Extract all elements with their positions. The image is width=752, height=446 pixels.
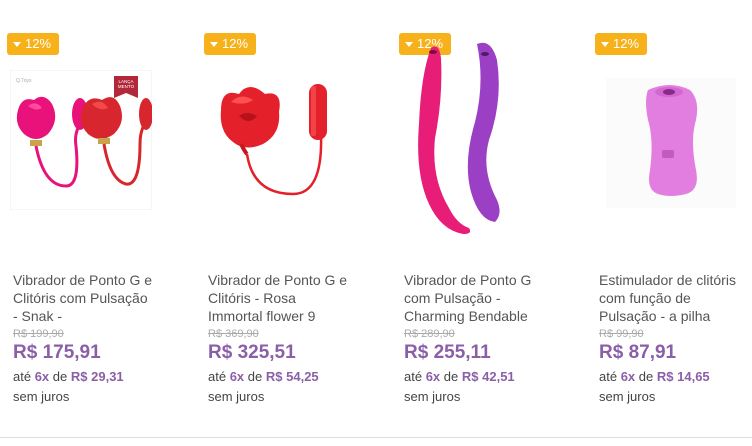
product-card[interactable]: 12% Vibrador de Ponto G com Pulsação - C… [391, 0, 571, 430]
launch-label: LANÇA MENTO [118, 79, 135, 89]
discount-badge: 12% [7, 33, 60, 55]
installments: até 6x de R$ 42,51 sem juros [404, 367, 564, 407]
inst-value: R$ 42,51 [461, 369, 515, 384]
inst-prefix: até [599, 369, 618, 384]
installments: até 6x de R$ 14,65 sem juros [599, 367, 752, 407]
product-image[interactable] [211, 74, 341, 204]
product-title[interactable]: Vibrador de Ponto G e Clitóris com Pulsa… [13, 271, 153, 327]
inst-prefix: até [404, 369, 423, 384]
product-image[interactable] [606, 78, 736, 208]
inst-count: 6x [425, 369, 441, 384]
product-title[interactable]: Vibrador de Ponto G e Clitóris - Rosa Im… [208, 271, 348, 327]
product-price: R$ 175,91 [13, 342, 101, 363]
inst-count: 6x [34, 369, 50, 384]
inst-suffix: sem juros [13, 389, 70, 404]
svg-text:Q.Toys: Q.Toys [16, 78, 32, 84]
inst-de: de [443, 369, 459, 384]
old-price: R$ 99,90 [599, 328, 644, 340]
product-price: R$ 87,91 [599, 342, 677, 363]
old-price: R$ 289,90 [404, 328, 455, 340]
product-image[interactable]: Q.Toys LANÇA MENTO [10, 70, 152, 210]
product-price: R$ 325,51 [208, 342, 296, 363]
installments: até 6x de R$ 54,25 sem juros [208, 367, 368, 407]
inst-value: R$ 29,31 [70, 369, 124, 384]
inst-prefix: até [208, 369, 227, 384]
inst-prefix: até [13, 369, 32, 384]
divider [0, 437, 752, 438]
product-image[interactable] [409, 40, 519, 240]
inst-value: R$ 14,65 [656, 369, 710, 384]
installments: até 6x de R$ 29,31 sem juros [13, 367, 173, 407]
product-title[interactable]: Estimulador de clitóris com função de Pu… [599, 271, 739, 327]
inst-count: 6x [620, 369, 636, 384]
product-card[interactable]: 12% Q.Toys LANÇA MENTO Vibrador de Ponto … [0, 0, 180, 430]
arrow-down-icon [13, 41, 21, 47]
product-card[interactable]: 12% Estimulador de clitóris com função d… [586, 0, 752, 430]
inst-suffix: sem juros [599, 389, 656, 404]
inst-de: de [247, 369, 263, 384]
discount-value: 12% [25, 36, 52, 51]
old-price: R$ 199,90 [13, 328, 64, 340]
product-grid: 12% Q.Toys LANÇA MENTO Vibrador de Ponto … [0, 0, 752, 440]
arrow-down-icon [210, 41, 218, 47]
inst-suffix: sem juros [208, 389, 265, 404]
inst-de: de [52, 369, 68, 384]
inst-suffix: sem juros [404, 389, 461, 404]
inst-de: de [638, 369, 654, 384]
product-price: R$ 255,11 [404, 342, 491, 363]
product-card[interactable]: 12% Vibrador de Ponto G e Clitóris - Ros… [195, 0, 375, 430]
discount-badge: 12% [204, 33, 257, 55]
arrow-down-icon [601, 41, 609, 47]
discount-value: 12% [222, 36, 249, 51]
product-title[interactable]: Vibrador de Ponto G com Pulsação - Charm… [404, 271, 544, 327]
discount-value: 12% [613, 36, 640, 51]
inst-count: 6x [229, 369, 245, 384]
inst-value: R$ 54,25 [265, 369, 319, 384]
old-price: R$ 369,90 [208, 328, 259, 340]
discount-badge: 12% [595, 33, 648, 55]
